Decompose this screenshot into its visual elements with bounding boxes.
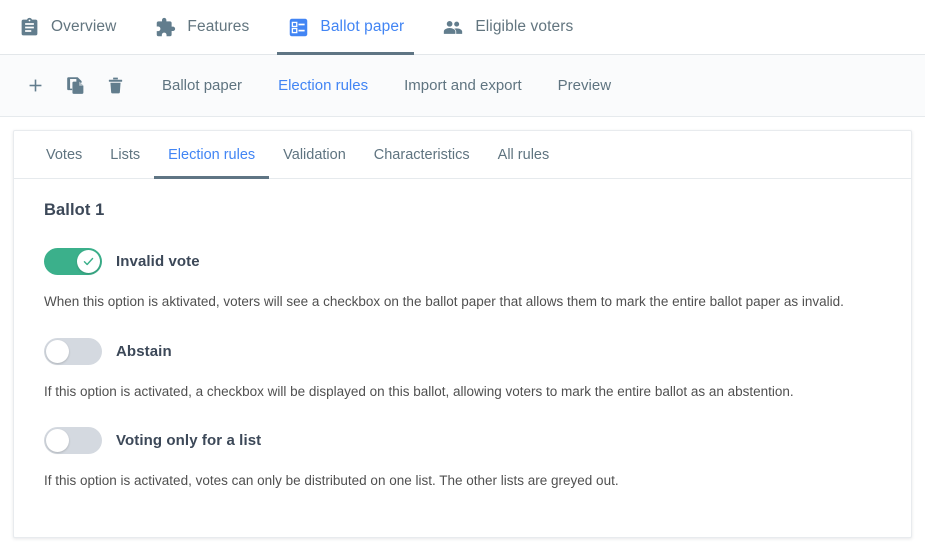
rule-description-voting-only-for-a-list: If this option is activated, votes can o…: [44, 473, 619, 489]
toggle-abstain[interactable]: [44, 337, 102, 365]
toolbar-link-election-rules[interactable]: Election rules: [278, 71, 368, 100]
people-icon: [442, 16, 464, 38]
rule-label-voting-only-for-a-list: Voting only for a list: [116, 432, 262, 450]
rule-invalid-vote: Invalid vote When this option is aktivat…: [44, 248, 881, 312]
tab-characteristics[interactable]: Characteristics: [360, 131, 484, 178]
content-area: Votes Lists Election rules Validation Ch…: [0, 117, 925, 552]
tab-lists[interactable]: Lists: [96, 131, 154, 178]
rule-voting-only-for-a-list: Voting only for a list If this option is…: [44, 427, 881, 491]
toggle-knob: [46, 339, 69, 363]
delete-icon[interactable]: [100, 71, 130, 101]
toolbar-link-ballot-paper[interactable]: Ballot paper: [162, 71, 242, 100]
nav-item-features[interactable]: Features: [154, 0, 267, 54]
rule-header: Invalid vote: [44, 248, 881, 275]
toolbar-link-import-and-export[interactable]: Import and export: [404, 71, 522, 100]
add-icon[interactable]: [20, 71, 50, 101]
nav-item-ballot-paper[interactable]: Ballot paper: [277, 0, 422, 55]
page-title: Ballot 1: [44, 201, 105, 219]
nav-label-eligible-voters: Eligible voters: [475, 18, 574, 35]
primary-navigation: Overview Features Ballot paper Eligible …: [0, 0, 925, 55]
tab-votes[interactable]: Votes: [32, 131, 96, 178]
rule-abstain: Abstain If this option is activated, a c…: [44, 337, 881, 402]
rules-subtabs: Votes Lists Election rules Validation Ch…: [14, 131, 911, 179]
ballot-form-icon: [287, 16, 309, 38]
rule-label-invalid-vote: Invalid vote: [116, 253, 200, 270]
tab-validation[interactable]: Validation: [269, 131, 360, 178]
tab-all-rules[interactable]: All rules: [484, 131, 564, 178]
rules-panel: Ballot 1 Invalid vote When this option i…: [14, 179, 911, 537]
toggle-knob: [77, 250, 100, 273]
nav-label-ballot-paper: Ballot paper: [320, 18, 405, 35]
rule-label-abstain: Abstain: [116, 342, 172, 360]
rule-header: Abstain: [44, 337, 881, 365]
nav-item-eligible-voters[interactable]: Eligible voters: [442, 0, 591, 54]
puzzle-icon: [154, 16, 176, 38]
toggle-voting-only-for-a-list[interactable]: [44, 427, 102, 455]
election-rules-card: Votes Lists Election rules Validation Ch…: [13, 130, 912, 538]
nav-label-features: Features: [187, 18, 250, 35]
nav-label-overview: Overview: [51, 18, 117, 35]
app-root: Overview Features Ballot paper Eligible …: [0, 0, 925, 552]
toggle-knob: [46, 429, 69, 453]
rule-header: Voting only for a list: [44, 427, 881, 455]
toggle-invalid-vote[interactable]: [44, 248, 102, 275]
rule-description-invalid-vote: When this option is aktivated, voters wi…: [44, 294, 844, 309]
rule-description-abstain: If this option is activated, a checkbox …: [44, 383, 794, 399]
duplicate-icon[interactable]: [60, 71, 90, 101]
nav-item-overview[interactable]: Overview: [18, 0, 134, 54]
clipboard-icon: [18, 16, 40, 38]
toolbar-link-preview[interactable]: Preview: [558, 71, 611, 100]
tab-election-rules[interactable]: Election rules: [154, 131, 270, 179]
action-toolbar: Ballot paper Election rules Import and e…: [0, 55, 925, 117]
